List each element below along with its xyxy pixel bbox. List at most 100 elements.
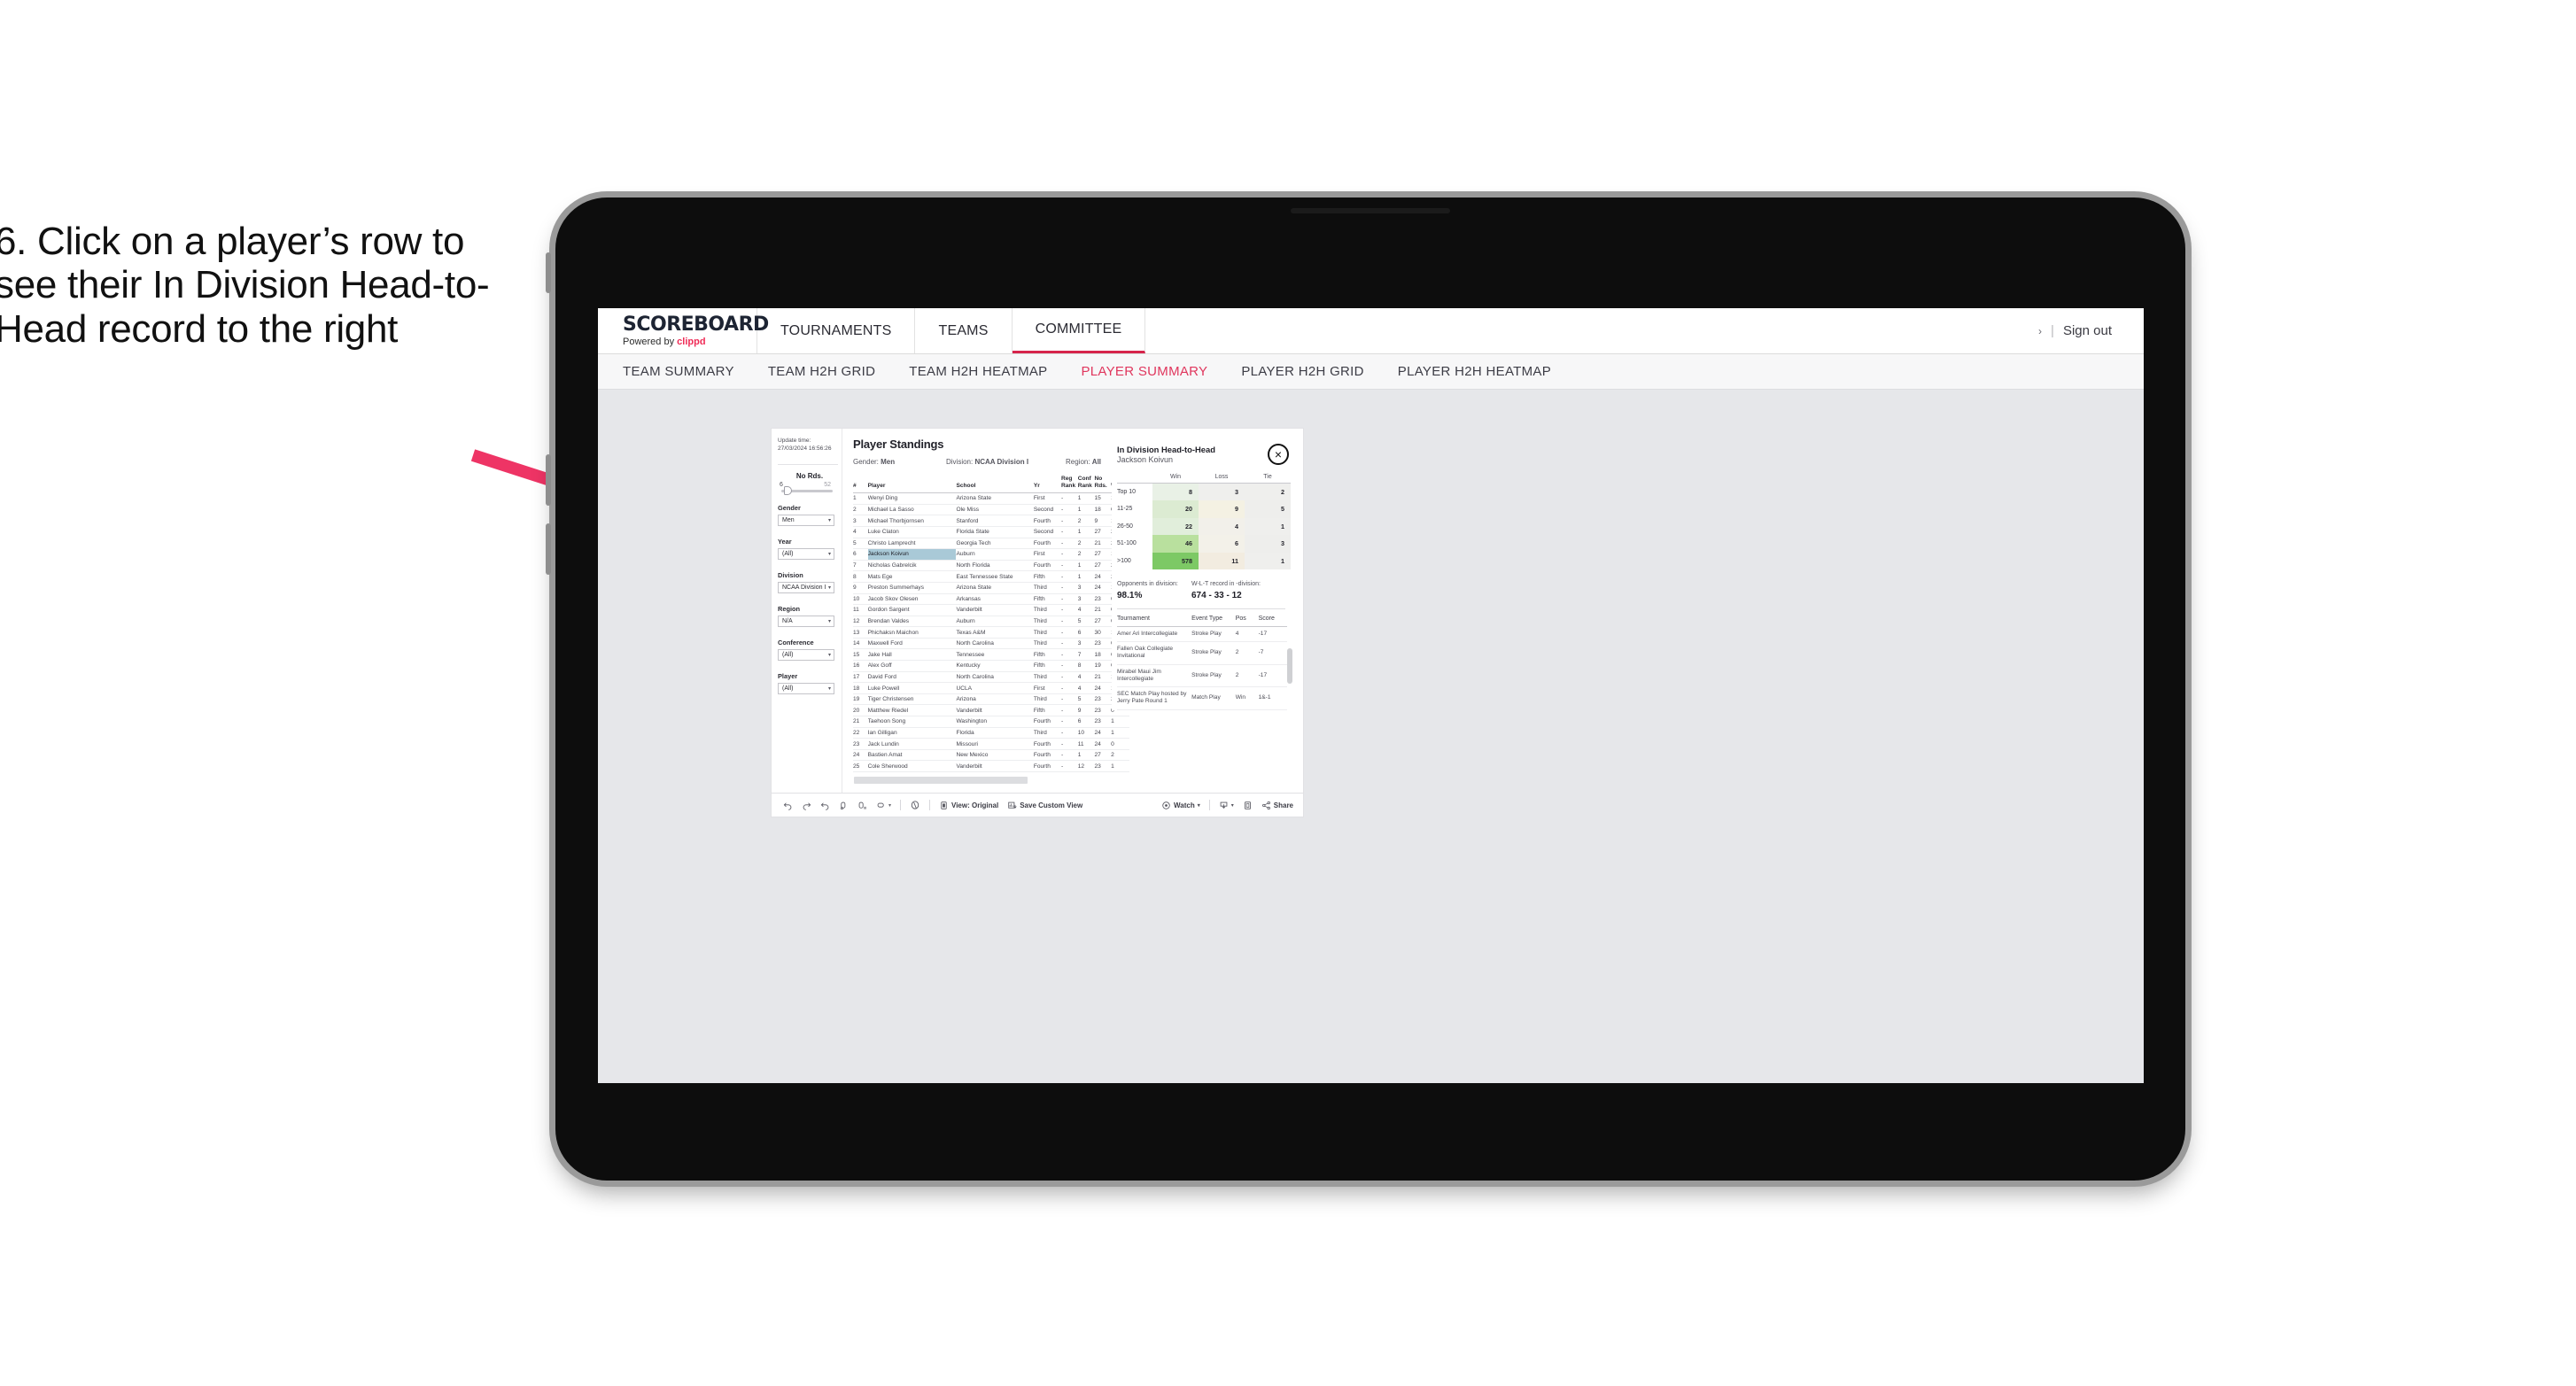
- table-row[interactable]: 3Michael ThorbjornsenStanfordFourth-291: [853, 515, 1129, 527]
- table-row[interactable]: 4Luke ClatonFlorida StateSecond-1272: [853, 526, 1129, 538]
- h2h-cell[interactable]: 2: [1245, 483, 1291, 500]
- col-yr[interactable]: Yr: [1033, 474, 1061, 494]
- app-logo[interactable]: SCOREBOARD Powered by clippd: [598, 308, 769, 353]
- h2h-cell[interactable]: 5: [1245, 500, 1291, 518]
- filter-region-select[interactable]: N/A ▾: [778, 615, 834, 627]
- share-button[interactable]: Share: [1257, 801, 1298, 810]
- table-row[interactable]: 15Jake HallTennesseeFifth-7180: [853, 648, 1129, 662]
- power-button[interactable]: [546, 252, 551, 293]
- h2h-cell[interactable]: 578: [1152, 552, 1199, 569]
- save-custom-view-button[interactable]: Save Custom View: [1003, 801, 1087, 810]
- filter-conference-select[interactable]: (All) ▾: [778, 648, 834, 661]
- pause-auto-updates-icon[interactable]: [853, 801, 872, 810]
- col-rank[interactable]: #: [853, 474, 868, 494]
- tournaments-vertical-scrollbar[interactable]: [1287, 648, 1292, 684]
- no-rounds-slider[interactable]: [781, 486, 833, 496]
- table-row[interactable]: 22 Ian Gilligan Florida Third -10 24 1: [853, 727, 1129, 739]
- table-row[interactable]: 1Wenyi DingArizona StateFirst-1151: [853, 492, 1129, 505]
- col-no-rds[interactable]: No Rds.: [1094, 474, 1112, 494]
- list-item[interactable]: Amer Ari Intercollegiate Stroke Play 4 -17: [1117, 626, 1287, 643]
- position: 4: [1235, 626, 1259, 643]
- download-icon[interactable]: ▾: [1214, 801, 1238, 810]
- tab-player-h2h-heatmap[interactable]: PLAYER H2H HEATMAP: [1398, 364, 1551, 379]
- table-row[interactable]: 5 Christo Lamprecht Georgia Tech Fourth -2 21…: [853, 538, 1129, 550]
- h2h-cell[interactable]: 9: [1199, 500, 1245, 518]
- h2h-cell[interactable]: 6: [1199, 535, 1245, 553]
- h2h-cell[interactable]: 20: [1152, 500, 1199, 518]
- close-icon[interactable]: ×: [1268, 444, 1289, 465]
- summary-region-label: Region:: [1066, 458, 1092, 466]
- no-rounds-slider-handle[interactable]: [784, 486, 792, 496]
- table-row[interactable]: 16Alex GoffKentuckyFifth-8190: [853, 660, 1129, 672]
- table-row[interactable]: 9 Preston Summerhays Arizona State Third -3 2…: [853, 582, 1129, 594]
- view-original-button[interactable]: View: Original: [935, 801, 1003, 810]
- revert-icon[interactable]: [816, 801, 834, 810]
- refresh-icon[interactable]: [834, 801, 853, 810]
- table-row[interactable]: 18Luke PowellUCLAFirst-4241: [853, 682, 1129, 694]
- filter-year-select[interactable]: (All) ▾: [778, 547, 834, 560]
- watch-button[interactable]: Watch ▾: [1157, 801, 1205, 810]
- table-row[interactable]: 19Tiger ChristensenArizonaThird-5232: [853, 693, 1129, 706]
- table-row[interactable]: 10Jacob Skov OlesenArkansasFifth-3230: [853, 593, 1129, 606]
- h2h-cell[interactable]: 1: [1245, 517, 1291, 535]
- h2h-cell[interactable]: 3: [1245, 535, 1291, 553]
- player-cell: Brendan Valdes: [867, 616, 957, 628]
- table-row[interactable]: 6Jackson KoivunAuburnFirst-2271: [853, 548, 1129, 561]
- stat-opponents-value: 98.1%: [1117, 591, 1143, 600]
- standings-horizontal-scrollbar[interactable]: [854, 777, 1028, 784]
- no-rds-cell: 18: [1094, 648, 1112, 662]
- volume-up-button[interactable]: [546, 454, 551, 506]
- tab-player-summary[interactable]: PLAYER SUMMARY: [1081, 364, 1207, 379]
- h2h-cell[interactable]: 11: [1199, 552, 1245, 569]
- table-row[interactable]: 23 Jack Lundin Missouri Fourth -11 24 0: [853, 738, 1129, 750]
- col-player[interactable]: Player: [867, 474, 957, 494]
- h2h-cell[interactable]: 46: [1152, 535, 1199, 553]
- highlight-icon[interactable]: [905, 800, 925, 810]
- table-row[interactable]: 12Brendan ValdesAuburnThird-5270: [853, 616, 1129, 628]
- table-row[interactable]: 25 Cole Sherwood Vanderbilt Fourth -12 23 1: [853, 760, 1129, 772]
- redo-icon[interactable]: [797, 801, 816, 810]
- view-original-shape-icon[interactable]: ▾: [872, 801, 896, 810]
- table-row[interactable]: 13Phichaksn MaichonTexas A&MThird-6301: [853, 626, 1129, 639]
- col-reg-rank[interactable]: Reg Rank: [1061, 474, 1078, 494]
- table-row[interactable]: 7 Nicholas Gabrelcik North Florida Fourth -1…: [853, 560, 1129, 572]
- col-conf-rank[interactable]: Conf Rank: [1077, 474, 1095, 494]
- filter-division-select[interactable]: NCAA Division I ▾: [778, 581, 834, 593]
- h2h-cell[interactable]: 3: [1199, 483, 1245, 500]
- school-cell: UCLA: [956, 682, 1034, 694]
- h2h-cell[interactable]: 22: [1152, 517, 1199, 535]
- tab-team-summary[interactable]: TEAM SUMMARY: [623, 364, 734, 379]
- topnav-item-tournaments[interactable]: TOURNAMENTS: [757, 308, 916, 353]
- h2h-cell[interactable]: 8: [1152, 483, 1199, 500]
- h2h-cell[interactable]: 1: [1245, 552, 1291, 569]
- chevron-right-icon[interactable]: ›: [2038, 325, 2042, 337]
- table-row[interactable]: 17David FordNorth CarolinaThird-4211: [853, 671, 1129, 684]
- tab-player-h2h-grid[interactable]: PLAYER H2H GRID: [1241, 364, 1363, 379]
- table-row[interactable]: 20 Matthew Riedel Vanderbilt Fifth -9 23 0: [853, 704, 1129, 717]
- list-item[interactable]: SEC Match Play hosted by Jerry Pate Roun…: [1117, 686, 1287, 710]
- sign-out-link[interactable]: Sign out: [2063, 323, 2112, 338]
- list-item[interactable]: Fallen Oak Collegiate Invitational Stroke…: [1117, 641, 1287, 665]
- table-row[interactable]: 2Michael La SassoOle MissSecond-1180: [853, 504, 1129, 516]
- volume-down-button[interactable]: [546, 523, 551, 575]
- list-item[interactable]: Mirabel Maui Jim Intercollegiate Stroke P…: [1117, 664, 1287, 688]
- conf-rank-cell: 5: [1077, 693, 1095, 706]
- table-row[interactable]: 8Mats EgeEast Tennessee StateFifth-1242: [853, 570, 1129, 583]
- conf-rank-cell: 4: [1077, 682, 1095, 694]
- table-row[interactable]: 21 Taehoon Song Washington Fourth -6 23 1: [853, 716, 1129, 728]
- tab-team-h2h-grid[interactable]: TEAM H2H GRID: [768, 364, 875, 379]
- table-row[interactable]: 14Maxwell FordNorth CarolinaThird-3230: [853, 638, 1129, 650]
- logo-tagline: Powered by clippd: [623, 337, 757, 347]
- undo-icon[interactable]: [779, 801, 797, 810]
- col-school[interactable]: School: [956, 474, 1034, 494]
- topnav-item-committee[interactable]: COMMITTEE: [1012, 308, 1146, 353]
- conf-rank-cell: 9: [1077, 704, 1095, 717]
- filter-gender-select[interactable]: Men ▾: [778, 514, 834, 526]
- topnav-item-teams[interactable]: TEAMS: [915, 308, 1013, 353]
- fullscreen-icon[interactable]: [1238, 801, 1257, 810]
- h2h-cell[interactable]: 4: [1199, 517, 1245, 535]
- filter-player-select[interactable]: (All) ▾: [778, 682, 834, 694]
- table-row[interactable]: 24 Bastien Amat New Mexico Fourth -1 27 2: [853, 749, 1129, 762]
- tab-team-h2h-heatmap[interactable]: TEAM H2H HEATMAP: [909, 364, 1047, 379]
- table-row[interactable]: 11Gordon SargentVanderbiltThird-4210: [853, 604, 1129, 616]
